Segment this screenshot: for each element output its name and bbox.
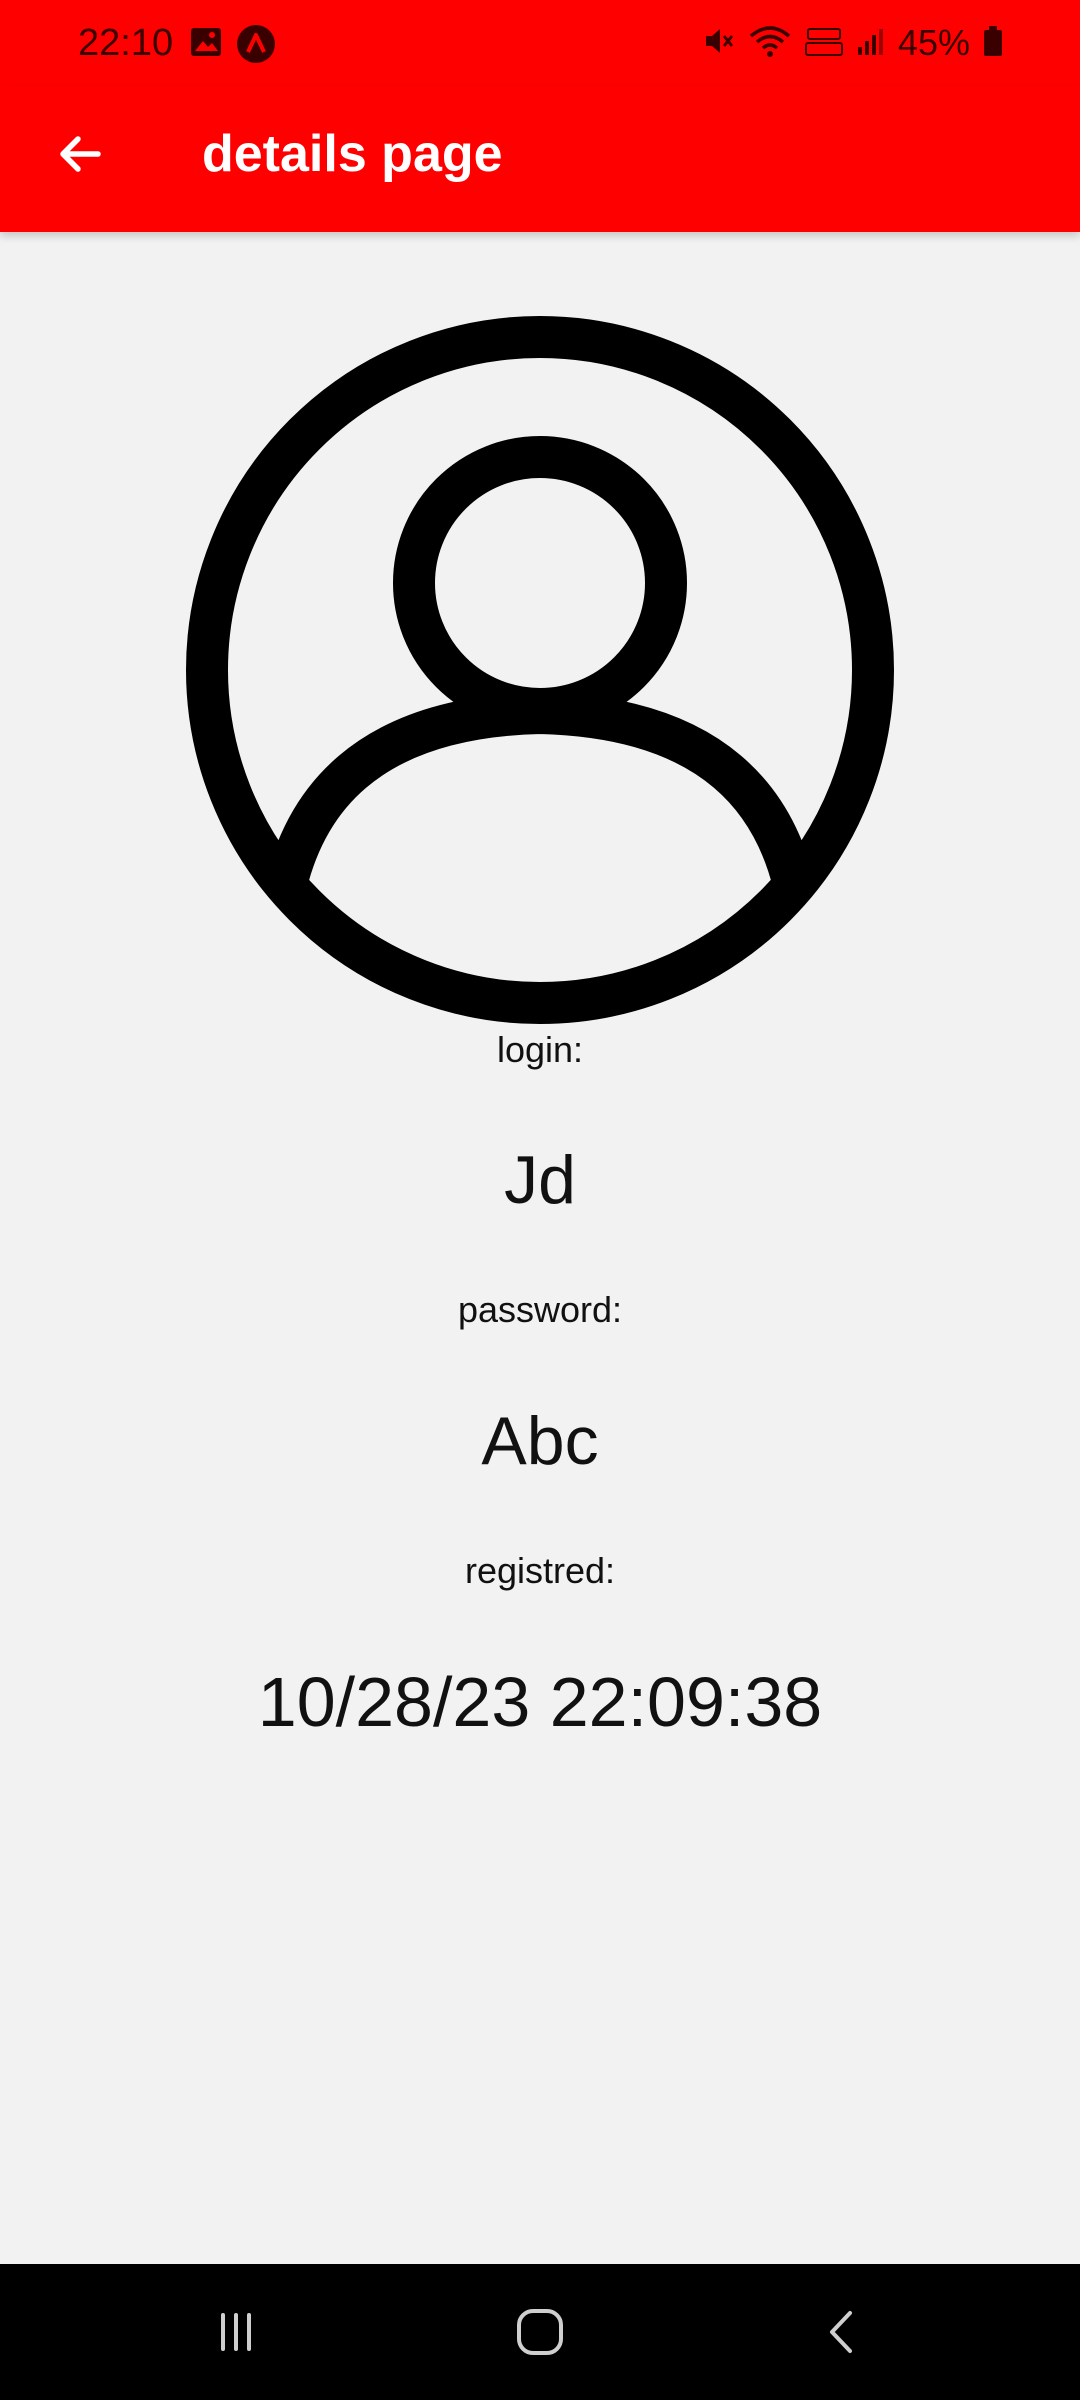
home-icon (517, 2309, 563, 2355)
gallery-notification-icon (188, 24, 224, 69)
login-label: login: (496, 1029, 584, 1070)
status-time: 22:10 (78, 22, 174, 64)
app-bar: details page (0, 86, 1080, 232)
password-label: password: (457, 1289, 623, 1330)
home-button[interactable] (500, 2292, 580, 2372)
status-bar: 22:10 45% (0, 0, 1080, 86)
user-avatar-icon (186, 316, 894, 1024)
password-value: Abc (481, 1403, 599, 1479)
back-nav-button[interactable] (802, 2292, 882, 2372)
back-button[interactable] (44, 118, 116, 190)
volte-lte-icon (804, 23, 844, 64)
app-notification-icon (236, 24, 276, 69)
recent-apps-button[interactable] (196, 2292, 276, 2372)
navigation-bar (0, 2264, 1080, 2400)
registered-value: 10/28/23 22:09:38 (257, 1663, 823, 1741)
wifi-icon (748, 23, 792, 64)
signal-icon (856, 23, 886, 64)
page-title: details page (202, 125, 503, 183)
mute-icon (700, 23, 736, 64)
battery-percentage: 45% (897, 22, 970, 63)
battery-icon (982, 23, 1004, 64)
arrow-back-icon (60, 136, 101, 172)
registered-label: registred: (464, 1550, 616, 1591)
status-right: 45% (700, 20, 1004, 66)
chevron-left-icon (830, 2311, 852, 2353)
status-left-icons (188, 24, 276, 69)
recent-apps-icon (221, 2313, 251, 2351)
login-value: Jd (504, 1142, 576, 1218)
